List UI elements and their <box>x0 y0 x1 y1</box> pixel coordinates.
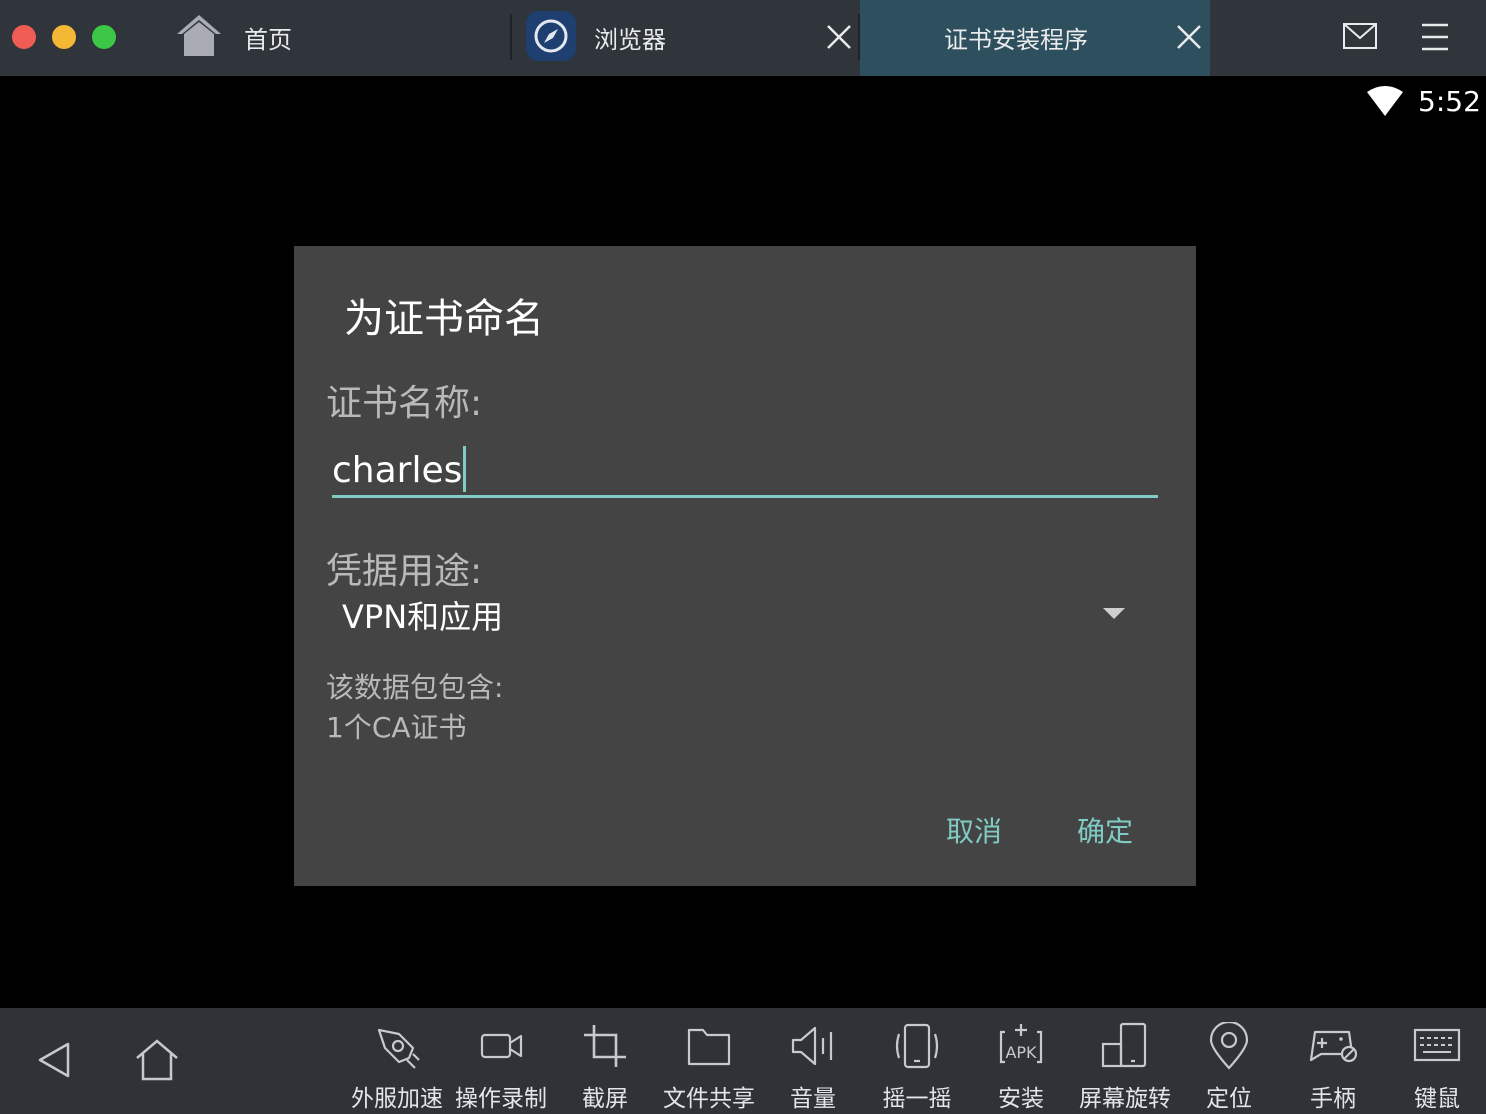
tool-keyboard-mouse[interactable]: 键鼠 <box>1385 1022 1486 1114</box>
tool-label: 手柄 <box>1310 1086 1356 1112</box>
tool-label: 键鼠 <box>1414 1086 1460 1112</box>
bottom-toolbar: 外服加速 操作录制 截屏 文件共享 音量 摇一摇 APK 安装 屏幕旋转 定位 … <box>0 1008 1486 1114</box>
tab-home-label: 首页 <box>244 26 292 54</box>
keyboard-icon <box>1413 1028 1461 1062</box>
tool-file-share[interactable]: 文件共享 <box>657 1022 761 1114</box>
home-icon <box>177 15 221 56</box>
tab-cert-installer[interactable]: 证书安装程序 <box>860 0 1210 76</box>
mail-icon[interactable] <box>1343 23 1377 49</box>
close-icon[interactable] <box>824 22 854 52</box>
package-content: 1个CA证书 <box>326 711 467 744</box>
shake-phone-icon <box>895 1023 939 1069</box>
tool-install[interactable]: APK 安装 <box>969 1022 1073 1114</box>
package-label: 该数据包包含: <box>326 671 504 704</box>
tool-label: 摇一摇 <box>882 1086 952 1112</box>
tab-home[interactable]: 首页 <box>160 0 510 76</box>
compass-icon <box>526 11 576 61</box>
window-maximize-button[interactable] <box>92 25 116 49</box>
tool-label: 定位 <box>1206 1086 1252 1112</box>
tool-label: 音量 <box>790 1086 836 1112</box>
dialog-title: 为证书命名 <box>344 296 544 342</box>
tab-browser[interactable]: 浏览器 <box>512 0 860 76</box>
crop-icon <box>584 1025 626 1067</box>
android-home-icon[interactable] <box>134 1038 180 1082</box>
dropdown-arrow-icon <box>1103 608 1125 619</box>
tool-label: 文件共享 <box>663 1086 755 1112</box>
apk-install-icon: APK <box>999 1024 1043 1064</box>
speaker-icon <box>791 1026 833 1066</box>
tool-boost[interactable]: 外服加速 <box>345 1022 449 1114</box>
cert-name-label: 证书名称: <box>326 383 483 424</box>
tool-shake[interactable]: 摇一摇 <box>865 1022 969 1114</box>
top-tab-bar: 首页 浏览器 证书安装程序 <box>0 0 1486 76</box>
folder-icon <box>687 1028 731 1066</box>
tool-gamepad[interactable]: 手柄 <box>1281 1022 1385 1114</box>
tool-rotate-screen[interactable]: 屏幕旋转 <box>1073 1022 1177 1114</box>
text-caret <box>463 446 467 492</box>
rotate-screen-icon <box>1101 1022 1147 1068</box>
name-certificate-dialog: 为证书命名 证书名称: charles 凭据用途: VPN和应用 该数据包包含:… <box>294 246 1196 886</box>
tool-volume[interactable]: 音量 <box>761 1022 865 1114</box>
close-icon[interactable] <box>1174 22 1204 52</box>
tool-label: 截屏 <box>582 1086 628 1112</box>
tab-cert-installer-label: 证书安装程序 <box>944 26 1088 54</box>
menu-icon[interactable] <box>1420 22 1450 52</box>
tool-record[interactable]: 操作录制 <box>449 1022 553 1114</box>
tool-location[interactable]: 定位 <box>1177 1022 1281 1114</box>
svg-text:APK: APK <box>1005 1043 1037 1062</box>
tool-label: 外服加速 <box>351 1086 443 1112</box>
confirm-button[interactable]: 确定 <box>1077 810 1133 850</box>
video-camera-icon <box>480 1033 523 1059</box>
tab-browser-label: 浏览器 <box>594 26 666 54</box>
window-minimize-button[interactable] <box>52 25 76 49</box>
rocket-icon <box>377 1028 420 1069</box>
back-icon[interactable] <box>32 1038 78 1082</box>
location-pin-icon <box>1209 1022 1249 1070</box>
cert-name-input[interactable]: charles <box>332 442 1158 498</box>
usage-value: VPN和应用 <box>342 598 504 636</box>
tool-label: 屏幕旋转 <box>1079 1086 1171 1112</box>
window-close-button[interactable] <box>12 25 36 49</box>
tool-label: 操作录制 <box>455 1086 547 1112</box>
gamepad-icon <box>1309 1030 1358 1063</box>
usage-select[interactable]: VPN和应用 <box>332 586 1132 636</box>
cancel-button[interactable]: 取消 <box>946 810 1002 850</box>
wifi-icon <box>1367 86 1403 116</box>
tool-screenshot[interactable]: 截屏 <box>553 1022 657 1114</box>
tool-label: 安装 <box>998 1086 1044 1112</box>
status-clock: 5:52 <box>1418 85 1481 118</box>
cert-name-value: charles <box>332 446 467 492</box>
